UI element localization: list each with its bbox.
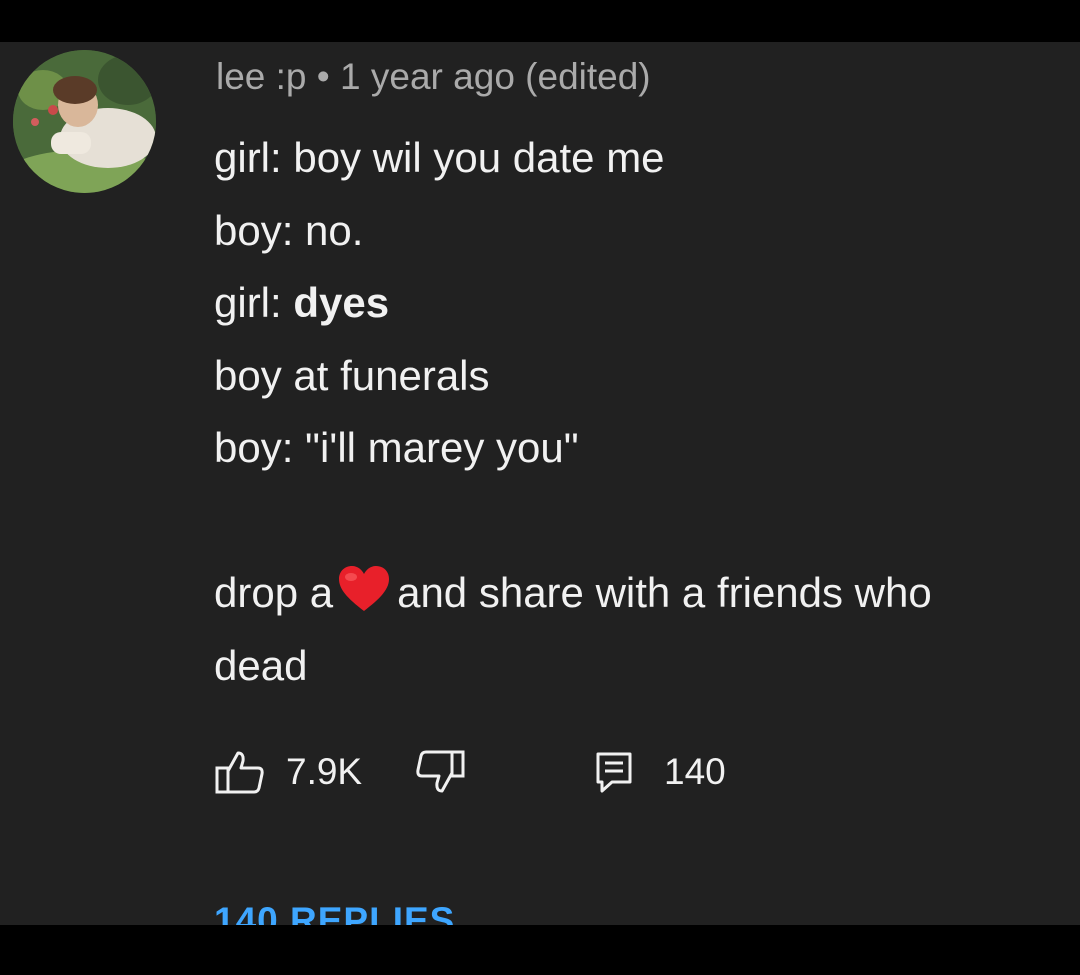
comment-line: drop a and share with a friends who [214, 557, 1074, 630]
author-avatar[interactable] [13, 50, 156, 193]
comment-line-prefix: girl: [214, 279, 294, 327]
like-count: 7.9K [286, 751, 363, 792]
comment-line: boy: no. [214, 206, 364, 254]
comment-line: girl: boy wil you date me [214, 134, 665, 181]
reply-button[interactable] [594, 747, 634, 797]
comment-line: boy: "i'll marey you" [214, 424, 579, 472]
reply-count: 140 [664, 751, 726, 792]
thumbs-up-icon [215, 751, 264, 794]
comment-timestamp[interactable]: 1 year ago (edited) [340, 56, 651, 97]
comment-bold-text: dyes [293, 279, 390, 327]
comment-line: boy at funerals [214, 351, 490, 399]
avatar-photo [13, 50, 156, 193]
thumbs-down-icon [416, 750, 465, 793]
meta-separator: • [316, 56, 330, 97]
red-heart-icon [337, 565, 391, 613]
comment-body: girl: boy wil you date me boy: no. girl:… [214, 122, 1074, 702]
view-replies-link[interactable]: 140 REPLIES [214, 900, 455, 925]
comment-header: lee :p • 1 year ago (edited) [216, 58, 651, 95]
comment-line: dead [214, 641, 308, 689]
author-name[interactable]: lee :p [216, 56, 307, 97]
comment-card: lee :p • 1 year ago (edited) girl: boy w… [0, 42, 1080, 925]
comment-icon [596, 752, 632, 793]
comment-line: girl: dyes [214, 267, 1074, 340]
comment-text: and share with a friends who [397, 568, 932, 616]
dislike-button[interactable] [414, 747, 466, 797]
like-button[interactable] [214, 747, 266, 797]
comment-text: drop a [214, 568, 334, 616]
